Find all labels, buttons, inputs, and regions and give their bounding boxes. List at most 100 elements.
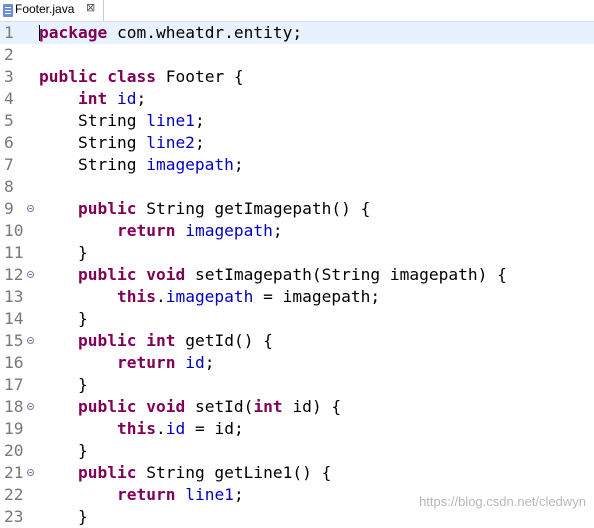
code-text: } (39, 242, 88, 264)
code-text: } (39, 374, 88, 396)
code-line[interactable]: 8 (0, 176, 594, 198)
line-number: 21 (4, 463, 24, 482)
code-line[interactable]: 21 public String getLine1() { (0, 462, 594, 484)
text-token: ; (204, 353, 215, 372)
line-gutter: 21 (0, 462, 36, 484)
fold-collapse-icon[interactable] (27, 337, 34, 344)
code-text: String imagepath; (39, 154, 244, 176)
code-line[interactable]: 23 } (0, 506, 594, 528)
code-text: } (39, 308, 88, 330)
code-line[interactable]: 13 this.imagepath = imagepath; (0, 286, 594, 308)
line-number: 9 (4, 199, 14, 218)
line-number: 14 (4, 309, 24, 328)
code-editor[interactable]: 1 package com.wheatdr.entity; 2 3 public cla… (0, 22, 594, 526)
code-text: public void setImagepath(String imagepat… (39, 264, 507, 286)
text-token: String (39, 155, 147, 174)
fold-collapse-icon[interactable] (27, 205, 34, 212)
code-text: } (39, 440, 88, 462)
line-number: 10 (4, 221, 24, 240)
code-line[interactable]: 6 String line2; (0, 132, 594, 154)
line-number: 22 (4, 485, 24, 504)
keyword-token: return (116, 485, 176, 504)
text-token: = (185, 419, 215, 438)
code-line[interactable]: 17 } (0, 374, 594, 396)
text-token: String getLine1() { (136, 463, 332, 482)
code-line[interactable]: 18 public void setId(int id) { (0, 396, 594, 418)
text-token: Footer { (155, 67, 244, 86)
fold-collapse-icon[interactable] (27, 469, 34, 476)
text-token: getId() { (175, 331, 273, 350)
code-line[interactable]: 5 String line1; (0, 110, 594, 132)
text-token: ; (272, 221, 283, 240)
line-gutter: 6 (0, 132, 36, 154)
text-token: } (39, 507, 88, 526)
line-gutter: 1 (0, 22, 36, 44)
line-gutter: 4 (0, 88, 36, 110)
code-text: String line1; (39, 110, 205, 132)
text-token: . (155, 419, 166, 438)
code-line[interactable]: 7 String imagepath; (0, 154, 594, 176)
java-file-icon (3, 4, 13, 17)
text-token: ; (370, 287, 381, 306)
code-line[interactable]: 15 public int getId() { (0, 330, 594, 352)
code-line[interactable]: 20 } (0, 440, 594, 462)
code-line[interactable]: 14 } (0, 308, 594, 330)
code-text: return line1; (39, 484, 244, 506)
keyword-token: int (253, 397, 283, 416)
code-text: int id; (39, 88, 146, 110)
text-token: ; (233, 419, 244, 438)
text-token: String getImagepath() { (136, 199, 371, 218)
code-text: } (39, 506, 88, 528)
keyword-token: this (116, 287, 156, 306)
fold-collapse-icon[interactable] (27, 271, 34, 278)
tab-footer-java[interactable]: Footer.java ⊠ (0, 0, 104, 21)
field-token: line1 (185, 485, 234, 504)
keyword-token: int (146, 331, 176, 350)
text-caret (39, 25, 40, 41)
fold-collapse-icon[interactable] (27, 403, 34, 410)
code-line[interactable]: 10 return imagepath; (0, 220, 594, 242)
line-gutter: 8 (0, 176, 36, 198)
parameter-token: imagepath (282, 287, 371, 306)
keyword-token: public (77, 397, 137, 416)
code-line[interactable]: 9 public String getImagepath() { (0, 198, 594, 220)
code-line[interactable]: 3 public class Footer { (0, 66, 594, 88)
code-line[interactable]: 4 int id; (0, 88, 594, 110)
code-line[interactable]: 1 package com.wheatdr.entity; (0, 22, 594, 44)
keyword-token: this (116, 419, 156, 438)
code-text: String line2; (39, 132, 205, 154)
code-line[interactable]: 12 public void setImagepath(String image… (0, 264, 594, 286)
code-line[interactable]: 19 this.id = id; (0, 418, 594, 440)
field-token: imagepath (165, 287, 254, 306)
code-line[interactable]: 2 (0, 44, 594, 66)
line-gutter: 15 (0, 330, 36, 352)
keyword-token: public (77, 199, 137, 218)
code-line[interactable]: 11 } (0, 242, 594, 264)
field-token: id (116, 89, 137, 108)
parameter-token: id (214, 419, 234, 438)
tab-label: Footer.java (15, 2, 75, 16)
line-number: 11 (4, 243, 24, 262)
close-icon[interactable]: ⊠ (86, 1, 95, 14)
keyword-token: public (39, 67, 98, 86)
line-gutter: 2 (0, 44, 36, 66)
text-token: ; (233, 485, 244, 504)
text-token: } (39, 309, 88, 328)
code-line[interactable]: 16 return id; (0, 352, 594, 374)
line-gutter: 7 (0, 154, 36, 176)
keyword-token: public (77, 331, 137, 350)
field-token: id (185, 353, 205, 372)
text-token: String (39, 111, 147, 130)
line-number: 8 (4, 177, 14, 196)
line-gutter: 13 (0, 286, 36, 308)
code-text: return imagepath; (39, 220, 283, 242)
text-token: setId( (185, 397, 254, 416)
